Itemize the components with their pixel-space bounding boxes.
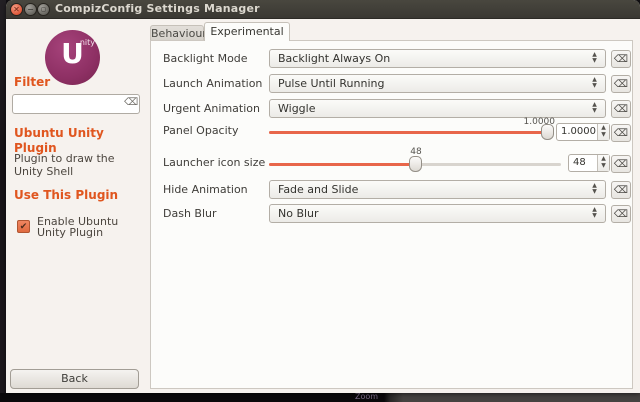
setting-label: Backlight Mode — [163, 52, 248, 65]
setting-label: Hide Animation — [163, 183, 248, 196]
combo-arrows-icon: ▲ ▼ — [592, 101, 597, 114]
setting-row-launch-animation: Launch Animation Pulse Until Running ▲ ▼ … — [151, 74, 634, 94]
slider-handle[interactable] — [409, 156, 422, 172]
combo-arrows-icon: ▲ ▼ — [592, 76, 597, 89]
check-icon: ✔ — [19, 222, 28, 232]
setting-label: Dash Blur — [163, 207, 217, 220]
reset-button[interactable]: ⌫ — [611, 75, 631, 93]
reset-button[interactable]: ⌫ — [611, 50, 631, 68]
reset-button[interactable]: ⌫ — [611, 100, 631, 118]
slider-fill — [269, 163, 415, 166]
setting-label: Launch Animation — [163, 77, 263, 90]
panel-opacity-slider[interactable] — [269, 124, 555, 140]
panel-opacity-spinbox[interactable]: 1.0000 ▲ ▼ — [556, 123, 610, 141]
setting-row-backlight-mode: Backlight Mode Backlight Always On ▲ ▼ ⌫ — [151, 49, 634, 69]
ccsm-window: ✕ − ◻ CompizConfig Settings Manager U ni… — [6, 0, 640, 393]
clear-icon: ⌫ — [613, 208, 629, 220]
spinbox-value: 48 — [573, 157, 586, 168]
tab-experimental[interactable]: Experimental — [204, 22, 290, 41]
desktop-background-text: Zoom — [355, 392, 379, 401]
tab-behaviour[interactable]: Behaviour — [150, 25, 207, 41]
clear-icon: ⌫ — [613, 127, 629, 139]
enable-plugin-label[interactable]: Enable Ubuntu Unity Plugin — [37, 216, 122, 238]
spinner-arrows-icon[interactable]: ▲ ▼ — [597, 124, 609, 140]
reset-button[interactable]: ⌫ — [611, 205, 631, 223]
setting-row-launcher-icon-size: Launcher icon size 48 48 ▲ ▼ ⌫ — [151, 147, 634, 181]
setting-row-dash-blur: Dash Blur No Blur ▲ ▼ ⌫ — [151, 204, 634, 224]
titlebar[interactable]: ✕ − ◻ CompizConfig Settings Manager — [6, 0, 640, 19]
selected-value: Pulse Until Running — [278, 77, 385, 90]
backlight-mode-select[interactable]: Backlight Always On ▲ ▼ — [269, 49, 606, 68]
maximize-button[interactable]: ◻ — [37, 3, 50, 16]
combo-arrows-icon: ▲ ▼ — [592, 182, 597, 195]
setting-row-hide-animation: Hide Animation Fade and Slide ▲ ▼ ⌫ — [151, 180, 634, 200]
selected-value: Fade and Slide — [278, 183, 359, 196]
urgent-animation-select[interactable]: Wiggle ▲ ▼ — [269, 99, 606, 118]
slider-handle[interactable] — [541, 124, 555, 140]
desktop-background-bottom — [0, 393, 640, 402]
reset-button[interactable]: ⌫ — [611, 155, 631, 173]
use-plugin-heading: Use This Plugin — [14, 188, 119, 202]
slider-fill — [269, 131, 548, 134]
hide-animation-select[interactable]: Fade and Slide ▲ ▼ — [269, 180, 606, 199]
clear-icon: ⌫ — [613, 53, 629, 65]
settings-panel: Backlight Mode Backlight Always On ▲ ▼ ⌫ … — [150, 40, 633, 389]
reset-button[interactable]: ⌫ — [611, 181, 631, 199]
setting-label: Panel Opacity — [163, 124, 239, 137]
clear-icon: ⌫ — [613, 158, 629, 170]
combo-arrows-icon: ▲ ▼ — [592, 51, 597, 64]
back-button[interactable]: Back — [10, 369, 139, 389]
close-button[interactable]: ✕ — [10, 3, 23, 16]
setting-label: Urgent Animation — [163, 102, 260, 115]
setting-row-urgent-animation: Urgent Animation Wiggle ▲ ▼ ⌫ — [151, 99, 634, 119]
plugin-description: Plugin to draw the Unity Shell — [14, 152, 115, 178]
filter-label: Filter — [14, 75, 51, 89]
clear-icon: ⌫ — [613, 78, 629, 90]
filter-clear-icon[interactable]: ⌫ — [124, 97, 138, 108]
filter-input[interactable] — [12, 94, 140, 114]
combo-arrows-icon: ▲ ▼ — [592, 206, 597, 219]
reset-button[interactable]: ⌫ — [611, 124, 631, 142]
unity-logo-icon: U nity — [45, 30, 100, 85]
enable-plugin-checkbox[interactable]: ✔ — [17, 220, 30, 233]
clear-icon: ⌫ — [613, 103, 629, 115]
selected-value: Backlight Always On — [278, 52, 391, 65]
launch-animation-select[interactable]: Pulse Until Running ▲ ▼ — [269, 74, 606, 93]
launcher-icon-size-spinbox[interactable]: 48 ▲ ▼ — [568, 154, 610, 172]
dash-blur-select[interactable]: No Blur ▲ ▼ — [269, 204, 606, 223]
selected-value: Wiggle — [278, 102, 316, 115]
window-title: CompizConfig Settings Manager — [55, 2, 260, 15]
clear-icon: ⌫ — [613, 184, 629, 196]
sidebar: U nity Filter ⌫ Ubuntu Unity Plugin Plug… — [6, 19, 146, 393]
selected-value: No Blur — [278, 207, 319, 220]
minimize-button[interactable]: − — [24, 3, 37, 16]
setting-row-panel-opacity: Panel Opacity 1.0000 1.0000 ▲ ▼ ⌫ — [151, 117, 634, 151]
launcher-icon-size-slider[interactable] — [269, 156, 561, 172]
spinbox-value: 1.0000 — [561, 126, 596, 137]
unity-logo-suffix: nity — [79, 38, 95, 47]
window-body: U nity Filter ⌫ Ubuntu Unity Plugin Plug… — [6, 19, 640, 393]
screen: Zoom ✕ − ◻ CompizConfig Settings Manager… — [0, 0, 640, 402]
slider-value-label: 1.0000 — [523, 117, 556, 127]
spinner-arrows-icon[interactable]: ▲ ▼ — [597, 155, 609, 171]
setting-label: Launcher icon size — [163, 156, 266, 169]
